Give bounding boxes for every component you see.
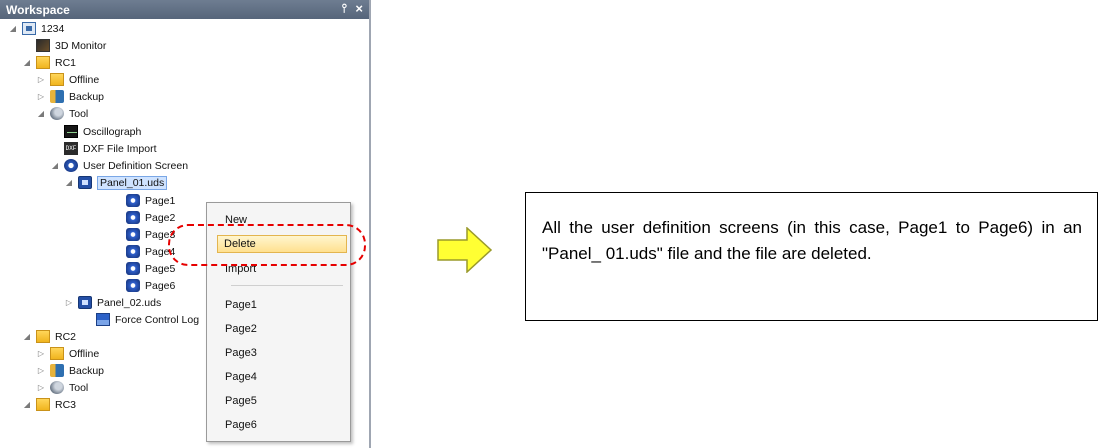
page-icon — [126, 245, 140, 258]
tree-item-label: User Definition Screen — [83, 159, 189, 172]
page-icon — [126, 211, 140, 224]
tree-item-label: Oscillograph — [83, 125, 142, 138]
collapse-icon[interactable]: ◢ — [22, 400, 32, 409]
tree-item-label: 3D Monitor — [55, 39, 107, 52]
tree-item-tool[interactable]: ◢ Tool — [36, 105, 88, 122]
tree-item-project[interactable]: ◢ 1234 — [8, 20, 64, 37]
offline-folder-icon — [50, 347, 64, 360]
right-arrow-icon — [437, 227, 492, 273]
tree-item-label-selected: Panel_01.uds — [97, 175, 168, 190]
backup-icon — [50, 90, 64, 103]
workspace-header: Workspace ⫯ × — [0, 0, 369, 19]
expand-icon[interactable]: ▷ — [36, 349, 46, 358]
expand-icon[interactable]: ▷ — [36, 92, 46, 101]
tree-item-rc2[interactable]: ◢ RC2 — [22, 328, 76, 345]
arrow-shape — [437, 227, 492, 273]
expand-icon[interactable]: ▷ — [36, 366, 46, 375]
tree-item-label: Page5 — [145, 262, 176, 275]
tree-item-label: Tool — [69, 107, 89, 120]
offline-folder-icon — [50, 73, 64, 86]
tree-item-label: Page2 — [145, 211, 176, 224]
page-icon — [126, 262, 140, 275]
project-icon — [22, 22, 36, 35]
menu-item-page[interactable]: Page5 — [219, 392, 347, 410]
tree-item-panel02[interactable]: ▷ Panel_02.uds — [64, 294, 161, 311]
menu-item-page[interactable]: Page1 — [219, 296, 347, 314]
tree-item-rc2-backup[interactable]: ▷ Backup — [36, 362, 104, 379]
robot-controller-icon — [36, 56, 50, 69]
collapse-icon[interactable]: ◢ — [36, 109, 46, 118]
tree-item-rc2-offline[interactable]: ▷ Offline — [36, 345, 99, 362]
panel-file-icon — [78, 296, 92, 309]
tree-item-label: Page6 — [145, 279, 176, 292]
menu-separator — [231, 285, 343, 286]
backup-icon — [50, 364, 64, 377]
callout-box: All the user definition screens (in this… — [525, 192, 1098, 321]
tree-item-label: Panel_02.uds — [97, 296, 162, 309]
tree-item-label: Backup — [69, 90, 105, 103]
tree-item-label: Page1 — [145, 194, 176, 207]
workspace-title: Workspace — [6, 2, 70, 17]
callout-text: All the user definition screens (in this… — [542, 218, 1082, 263]
tree-item-label: RC3 — [55, 398, 77, 411]
tree-item-rc1[interactable]: ◢ RC1 — [22, 54, 76, 71]
tool-icon — [50, 381, 64, 394]
pin-icon[interactable]: ⫯ — [342, 1, 347, 16]
expand-icon[interactable]: ▷ — [36, 75, 46, 84]
collapse-icon[interactable]: ◢ — [8, 24, 18, 33]
menu-item-page[interactable]: Page3 — [219, 344, 347, 362]
tree-item-label: Offline — [69, 73, 100, 86]
tree-item-label: DXF File Import — [83, 142, 157, 155]
page-icon — [126, 228, 140, 241]
3d-monitor-icon — [36, 39, 50, 52]
user-definition-icon — [64, 159, 78, 172]
panel-file-icon — [78, 176, 92, 189]
tree-item-label: Force Control Log — [115, 313, 200, 326]
collapse-icon[interactable]: ◢ — [22, 58, 32, 67]
close-icon[interactable]: × — [355, 1, 363, 16]
tree-item-dxf-import[interactable]: DXF DXF File Import — [50, 140, 157, 157]
robot-controller-icon — [36, 330, 50, 343]
collapse-icon[interactable]: ◢ — [64, 178, 74, 187]
page-icon — [126, 279, 140, 292]
tree-item-label: RC2 — [55, 330, 77, 343]
dxf-icon: DXF — [64, 142, 78, 155]
tree-item-offline[interactable]: ▷ Offline — [36, 71, 99, 88]
tool-icon — [50, 107, 64, 120]
robot-controller-icon — [36, 398, 50, 411]
menu-item-page[interactable]: Page6 — [219, 416, 347, 434]
tree-item-force-control[interactable]: Force Control Log — [96, 311, 199, 328]
tree-item-label: 1234 — [41, 22, 65, 35]
force-control-icon — [96, 313, 110, 326]
collapse-icon[interactable]: ◢ — [22, 332, 32, 341]
tree-item-oscillograph[interactable]: Oscillograph — [50, 123, 141, 140]
tree-item-3d-monitor[interactable]: 3D Monitor — [22, 37, 106, 54]
menu-item-page[interactable]: Page4 — [219, 368, 347, 386]
tree-item-rc2-tool[interactable]: ▷ Tool — [36, 379, 88, 396]
menu-item-page[interactable]: Page2 — [219, 320, 347, 338]
page-icon — [126, 194, 140, 207]
tree-item-page[interactable]: Page6 — [126, 277, 175, 294]
tree-item-label: Offline — [69, 347, 100, 360]
delete-highlight-oval — [168, 224, 366, 266]
tree-item-label: RC1 — [55, 56, 77, 69]
tree-item-backup[interactable]: ▷ Backup — [36, 88, 104, 105]
expand-icon[interactable]: ▷ — [36, 383, 46, 392]
tree-item-rc3[interactable]: ◢ RC3 — [22, 396, 76, 413]
collapse-icon[interactable]: ◢ — [50, 161, 60, 170]
expand-icon[interactable]: ▷ — [64, 298, 74, 307]
oscillograph-icon — [64, 125, 78, 138]
tree-item-page[interactable]: Page1 — [126, 192, 175, 209]
tree-item-label: Backup — [69, 364, 105, 377]
tree-item-panel01[interactable]: ◢ Panel_01.uds — [64, 174, 168, 191]
tree-item-label: Tool — [69, 381, 89, 394]
tree-item-page[interactable]: Page2 — [126, 209, 175, 226]
tree-item-user-definition[interactable]: ◢ User Definition Screen — [50, 157, 188, 174]
tree-item-page[interactable]: Page5 — [126, 260, 175, 277]
